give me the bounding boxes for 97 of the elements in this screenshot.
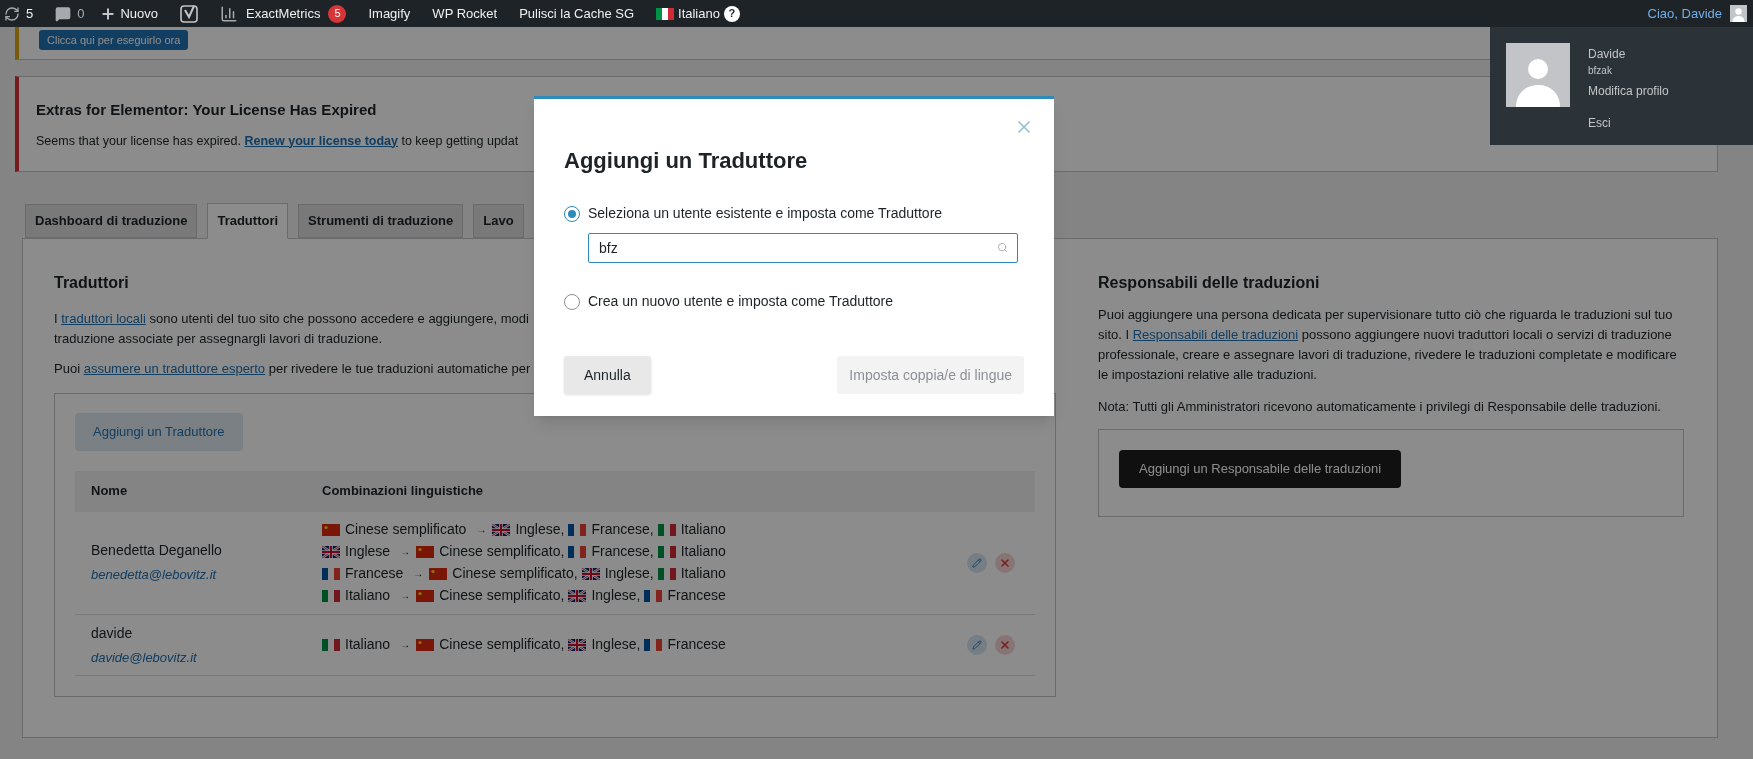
italy-flag-icon (657, 523, 676, 536)
comment-icon[interactable] (55, 5, 72, 22)
tab[interactable]: Lavo (473, 204, 524, 238)
language-name: Cinese semplificato, (452, 564, 578, 583)
language-name: Inglese, (604, 564, 654, 583)
admin-bar-link[interactable]: Imagify (368, 3, 411, 24)
france-flag-icon (322, 567, 340, 580)
language-name: Italiano (345, 635, 391, 655)
close-icon (999, 556, 1011, 569)
admin-bar-link[interactable]: Italiano (678, 3, 720, 24)
search-icon (997, 242, 1008, 253)
radio-label[interactable]: Seleziona un utente esistente e imposta come Traduttore (588, 203, 943, 224)
updates-icon[interactable] (4, 5, 20, 22)
username: bfzak (1588, 64, 1613, 78)
france-flag-icon (568, 545, 587, 558)
managers-description: Puoi aggiungere una persona dedicata per supervisionare tutto ciò che riguarda le traduzioni sul tuo sito. I Responsabili delle traduzioni possono aggiungere nuovi traduttori locali o servizi di traduzione professionale, creare e assegnare lavori di traduzione, rivedere le traduzioni completate e modificare le impostazioni relative alle traduzioni. (1098, 306, 1678, 384)
cancel-button[interactable]: Annulla (564, 356, 651, 394)
language-name: Cinese semplificato, (439, 586, 565, 605)
language-name: Italiano (680, 520, 726, 539)
china-flag-icon (322, 523, 340, 536)
arrow-icon: → (413, 566, 424, 581)
admin-bar-link[interactable]: ExactMetrics (246, 3, 321, 24)
language-name: Francese, (591, 542, 654, 561)
arrow-icon: → (400, 588, 411, 603)
language-name: Cinese semplificato, (439, 635, 565, 655)
notice-title: Extras for Elementor: Your License Has Expired (36, 100, 378, 120)
italy-flag-icon (657, 545, 676, 558)
uk-flag-icon (568, 589, 587, 602)
china-flag-icon (416, 545, 435, 558)
add-manager-button[interactable]: Aggiungi un Responsabile delle traduzioni (1119, 449, 1402, 488)
radio-label[interactable]: Crea un nuovo utente e imposta come Traduttore (588, 291, 894, 312)
avatar-icon (1506, 43, 1570, 107)
language-name: Italiano (680, 542, 726, 561)
logout-link[interactable]: Esci (1588, 114, 1669, 132)
language-name: Inglese, (515, 520, 565, 539)
france-flag-icon (644, 589, 663, 602)
dialog-title: Aggiungi un Traduttore (564, 147, 809, 175)
language-name: Italiano (345, 586, 391, 605)
language-name: Cinese semplificato, (439, 542, 565, 561)
arrow-icon: → (476, 522, 487, 537)
uk-flag-icon (492, 523, 511, 536)
italy-flag-icon (656, 7, 675, 20)
help-icon[interactable]: ? (723, 5, 740, 22)
language-name: Inglese, (591, 635, 641, 655)
language-name: Francese (345, 564, 404, 583)
pencil-icon (972, 557, 982, 568)
admin-bar-link[interactable]: Pulisci la Cache SG (519, 3, 635, 24)
translator-name: davide (91, 623, 134, 643)
user-search-field[interactable]: bfz (588, 233, 1018, 263)
edit-button[interactable] (967, 634, 987, 655)
language-name: Francese (667, 635, 726, 655)
yoast-logo-icon[interactable] (180, 3, 199, 24)
section-heading: Responsabili delle traduzioni (1098, 273, 1321, 293)
delete-button[interactable] (995, 634, 1015, 655)
admin-bar-link[interactable]: WP Rocket (432, 3, 498, 24)
column-header: Nome (90, 482, 129, 501)
language-name: Inglese (345, 542, 391, 561)
edit-profile-link[interactable]: Modifica profilo (1588, 82, 1669, 100)
bar-chart-icon[interactable] (220, 4, 239, 23)
comment-count[interactable]: 0 (77, 3, 85, 24)
translator-name: Benedetta Deganello (91, 541, 223, 561)
greeting-link[interactable]: Ciao, Davide (1647, 3, 1722, 24)
china-flag-icon (416, 638, 435, 651)
user-name[interactable]: Davide (1588, 45, 1669, 63)
uk-flag-icon (568, 638, 587, 651)
update-count[interactable]: 5 (26, 3, 34, 24)
tab[interactable]: Traduttori (207, 203, 289, 239)
language-name: Inglese, (591, 586, 641, 605)
france-flag-icon (568, 523, 587, 536)
arrow-icon: → (400, 637, 411, 653)
translator-email: benedetta@lebovitz.it (91, 566, 218, 585)
pencil-icon (972, 639, 982, 650)
italy-flag-icon (657, 567, 676, 580)
managers-note: Nota: Tutti gli Amministratori ricevono automaticamente i privilegi di Responsabile delle traduzioni. (1098, 398, 1662, 416)
italy-flag-icon (322, 589, 340, 602)
china-flag-icon (416, 589, 435, 602)
tab[interactable]: Dashboard di traduzione (25, 204, 198, 238)
column-header: Combinazioni linguistiche (322, 482, 484, 501)
language-name: Francese, (591, 520, 654, 539)
uk-flag-icon (322, 545, 340, 558)
section-heading: Traduttori (54, 273, 130, 293)
italy-flag-icon (322, 638, 340, 651)
china-flag-icon (429, 567, 448, 580)
france-flag-icon (644, 638, 663, 651)
new-link[interactable]: Nuovo (120, 3, 159, 24)
language-name: Francese (667, 586, 726, 605)
uk-flag-icon (581, 567, 600, 580)
language-name: Cinese semplificato (345, 520, 467, 539)
edit-button[interactable] (967, 552, 987, 573)
close-icon (999, 638, 1011, 651)
tab[interactable]: Strumenti di traduzione (298, 204, 464, 238)
translator-email: davide@lebovitz.it (91, 648, 198, 667)
delete-button[interactable] (995, 552, 1015, 573)
notification-badge: 5 (328, 4, 347, 23)
language-name: Italiano (680, 564, 726, 583)
arrow-icon: → (400, 544, 411, 559)
avatar-icon[interactable] (1730, 5, 1747, 22)
